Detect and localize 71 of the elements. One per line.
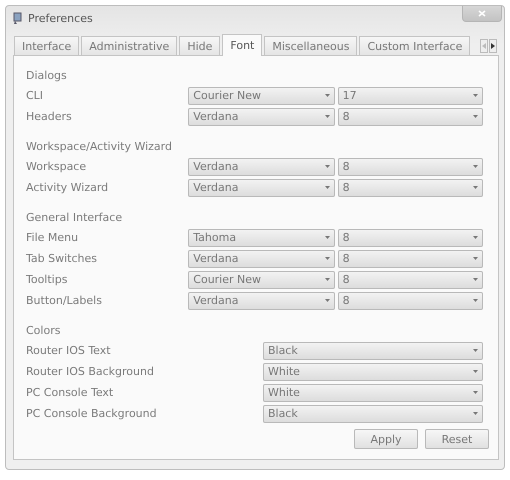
field-label: Router IOS Background [26, 365, 155, 378]
caret-icon [473, 186, 478, 189]
caret-icon [324, 299, 330, 302]
dropdown[interactable]: Verdana [188, 178, 335, 196]
field-label: PC Console Background [26, 407, 158, 420]
window-title: Preferences [28, 12, 93, 24]
caret-icon [324, 236, 330, 239]
field-label: Button/Labels [26, 294, 103, 307]
caret-icon [473, 236, 478, 239]
close-button[interactable] [462, 6, 502, 22]
close-icon [478, 10, 486, 17]
dropdown[interactable]: Verdana [188, 108, 335, 126]
section-heading: Dialogs [26, 68, 68, 84]
caret-icon [324, 278, 330, 281]
dropdown[interactable]: Black [262, 342, 483, 360]
caret-icon [473, 94, 478, 97]
dropdown[interactable]: 8 [338, 178, 483, 196]
tab[interactable]: Hide [179, 36, 220, 55]
caret-icon [473, 257, 478, 260]
dropdown[interactable]: Courier New [188, 86, 335, 104]
field-label: Tab Switches [26, 252, 98, 265]
caret-icon [473, 299, 478, 302]
app-icon [13, 12, 23, 24]
caret-icon [324, 115, 330, 118]
scroll-right-button[interactable] [489, 39, 497, 53]
dropdown[interactable]: 8 [338, 108, 483, 126]
caret-icon [473, 370, 478, 373]
dropdown[interactable]: 17 [338, 86, 483, 104]
dropdown[interactable]: 8 [338, 270, 483, 288]
caret-icon [473, 349, 478, 352]
dialog-button[interactable]: Apply [354, 429, 418, 449]
dropdown[interactable]: 8 [338, 250, 483, 268]
field-label: Tooltips [26, 273, 68, 286]
caret-icon [324, 165, 330, 168]
tab[interactable]: Font [222, 34, 262, 56]
dropdown[interactable]: White [262, 384, 483, 402]
dropdown[interactable]: Verdana [188, 250, 335, 268]
caret-icon [473, 165, 478, 168]
field-label: PC Console Text [26, 386, 114, 399]
field-label: Router IOS Text [26, 344, 112, 357]
dropdown[interactable]: 8 [338, 158, 483, 176]
tab[interactable]: Administrative [81, 36, 178, 55]
caret-icon [324, 94, 330, 97]
section-heading: General Interface [26, 210, 124, 226]
field-label: Workspace [26, 160, 88, 173]
dropdown[interactable]: Black [262, 404, 483, 422]
field-label: File Menu [26, 231, 80, 244]
dropdown[interactable]: White [262, 362, 483, 380]
tab[interactable]: Interface [14, 36, 80, 55]
dialog-button[interactable]: Reset [425, 429, 489, 449]
section-heading: Workspace/Activity Wizard [26, 138, 173, 154]
dropdown[interactable]: 8 [338, 228, 483, 246]
dropdown[interactable]: Courier New [188, 270, 335, 288]
left-arrow-icon [482, 43, 486, 49]
caret-icon [473, 278, 478, 281]
caret-icon [473, 115, 478, 118]
field-label: CLI [26, 89, 44, 102]
dropdown[interactable]: Tahoma [188, 228, 335, 246]
tab[interactable]: Miscellaneous [264, 36, 358, 55]
field-label: Headers [26, 110, 73, 123]
dropdown[interactable]: Verdana [188, 158, 335, 176]
caret-icon [324, 257, 330, 260]
caret-icon [473, 391, 478, 394]
dropdown[interactable]: Verdana [188, 292, 335, 310]
dropdown[interactable]: 8 [338, 292, 483, 310]
section-heading: Colors [26, 322, 62, 338]
tab[interactable]: Custom Interface [359, 36, 470, 55]
right-arrow-icon [491, 43, 495, 49]
field-label: Activity Wizard [26, 181, 110, 194]
caret-icon [473, 412, 478, 415]
caret-icon [324, 186, 330, 189]
